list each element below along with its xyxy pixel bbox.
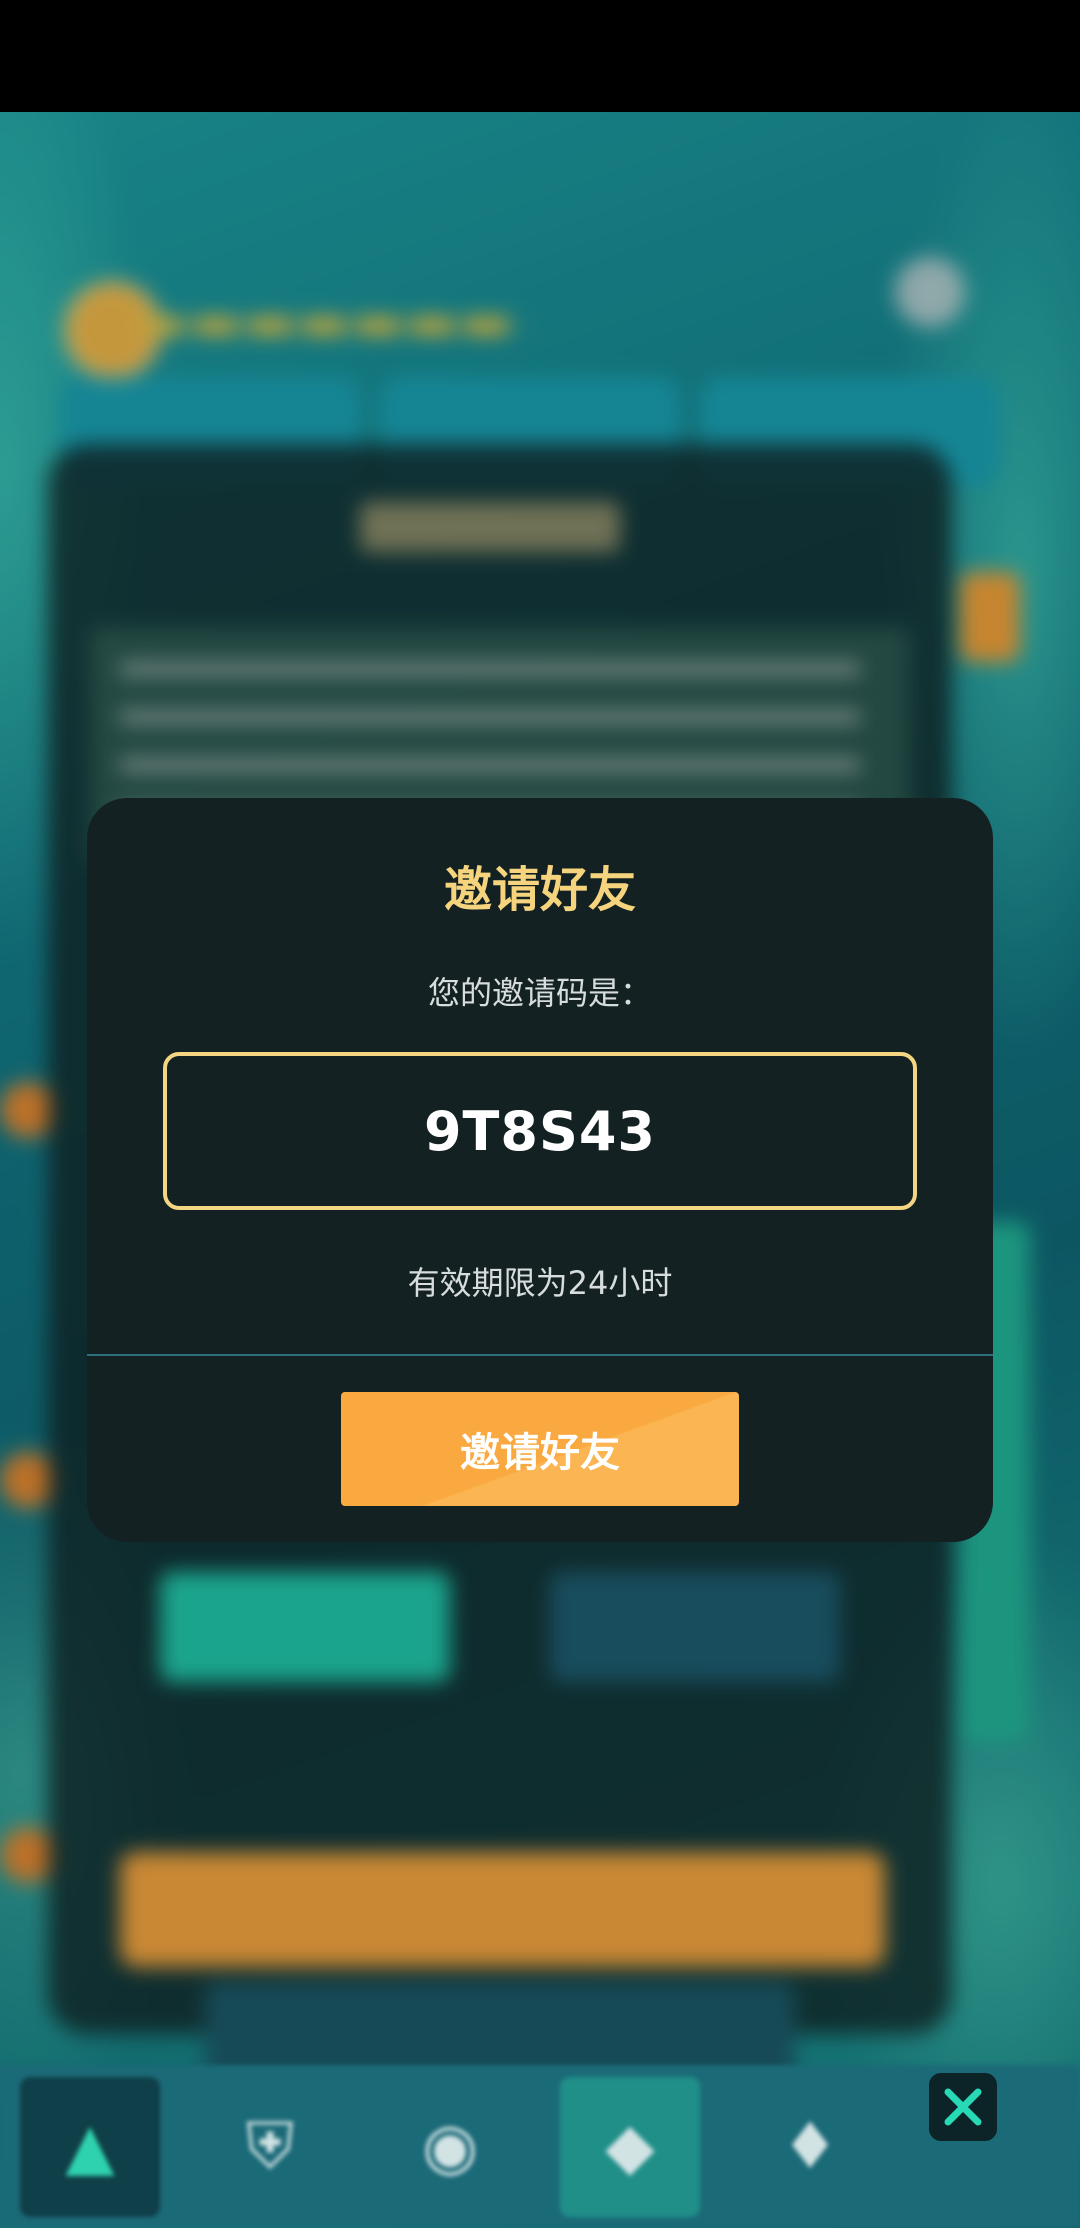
status-bar xyxy=(0,0,1080,112)
nav-item-compass[interactable]: ◉ xyxy=(380,2077,520,2217)
compass-icon: ◉ xyxy=(422,2109,478,2184)
close-button[interactable] xyxy=(929,2073,997,2141)
triangle-logo-icon: ▲ xyxy=(65,2109,115,2184)
nav-item-shield[interactable]: ⛨ xyxy=(200,2077,340,2217)
dialog-divider xyxy=(87,1354,993,1356)
bottom-nav: ▲ ⛨ ◉ ◆ ♦ xyxy=(0,2065,1080,2228)
nav-item-heart[interactable]: ♦ xyxy=(740,2077,880,2217)
shield-icon: ⛨ xyxy=(246,2109,294,2184)
invite-code-value: 9T8S43 xyxy=(423,1099,657,1163)
nav-item-home[interactable]: ▲ xyxy=(20,2076,160,2217)
invite-button-label: 邀请好友 xyxy=(460,1430,620,1476)
invite-code-label: 您的邀请码是： xyxy=(427,974,652,1012)
invite-friends-button[interactable]: 邀请好友 xyxy=(341,1392,739,1506)
nav-item-diamond[interactable]: ◆ xyxy=(560,2076,700,2217)
invite-code-box[interactable]: 9T8S43 xyxy=(163,1052,917,1210)
validity-text: 有效期限为24小时 xyxy=(407,1264,673,1302)
heart-diamond-icon: ♦ xyxy=(781,2109,839,2184)
diamond-icon: ◆ xyxy=(605,2109,655,2184)
close-icon xyxy=(944,2088,982,2126)
invite-friends-dialog: 邀请好友 您的邀请码是： 9T8S43 有效期限为24小时 邀请好友 xyxy=(87,798,993,1542)
screen: ▲ ⛨ ◉ ◆ ♦ 邀请好友 您的邀请码是： 9T8S43 有效期限为24小时 … xyxy=(0,0,1080,2228)
dialog-title: 邀请好友 xyxy=(443,862,636,918)
